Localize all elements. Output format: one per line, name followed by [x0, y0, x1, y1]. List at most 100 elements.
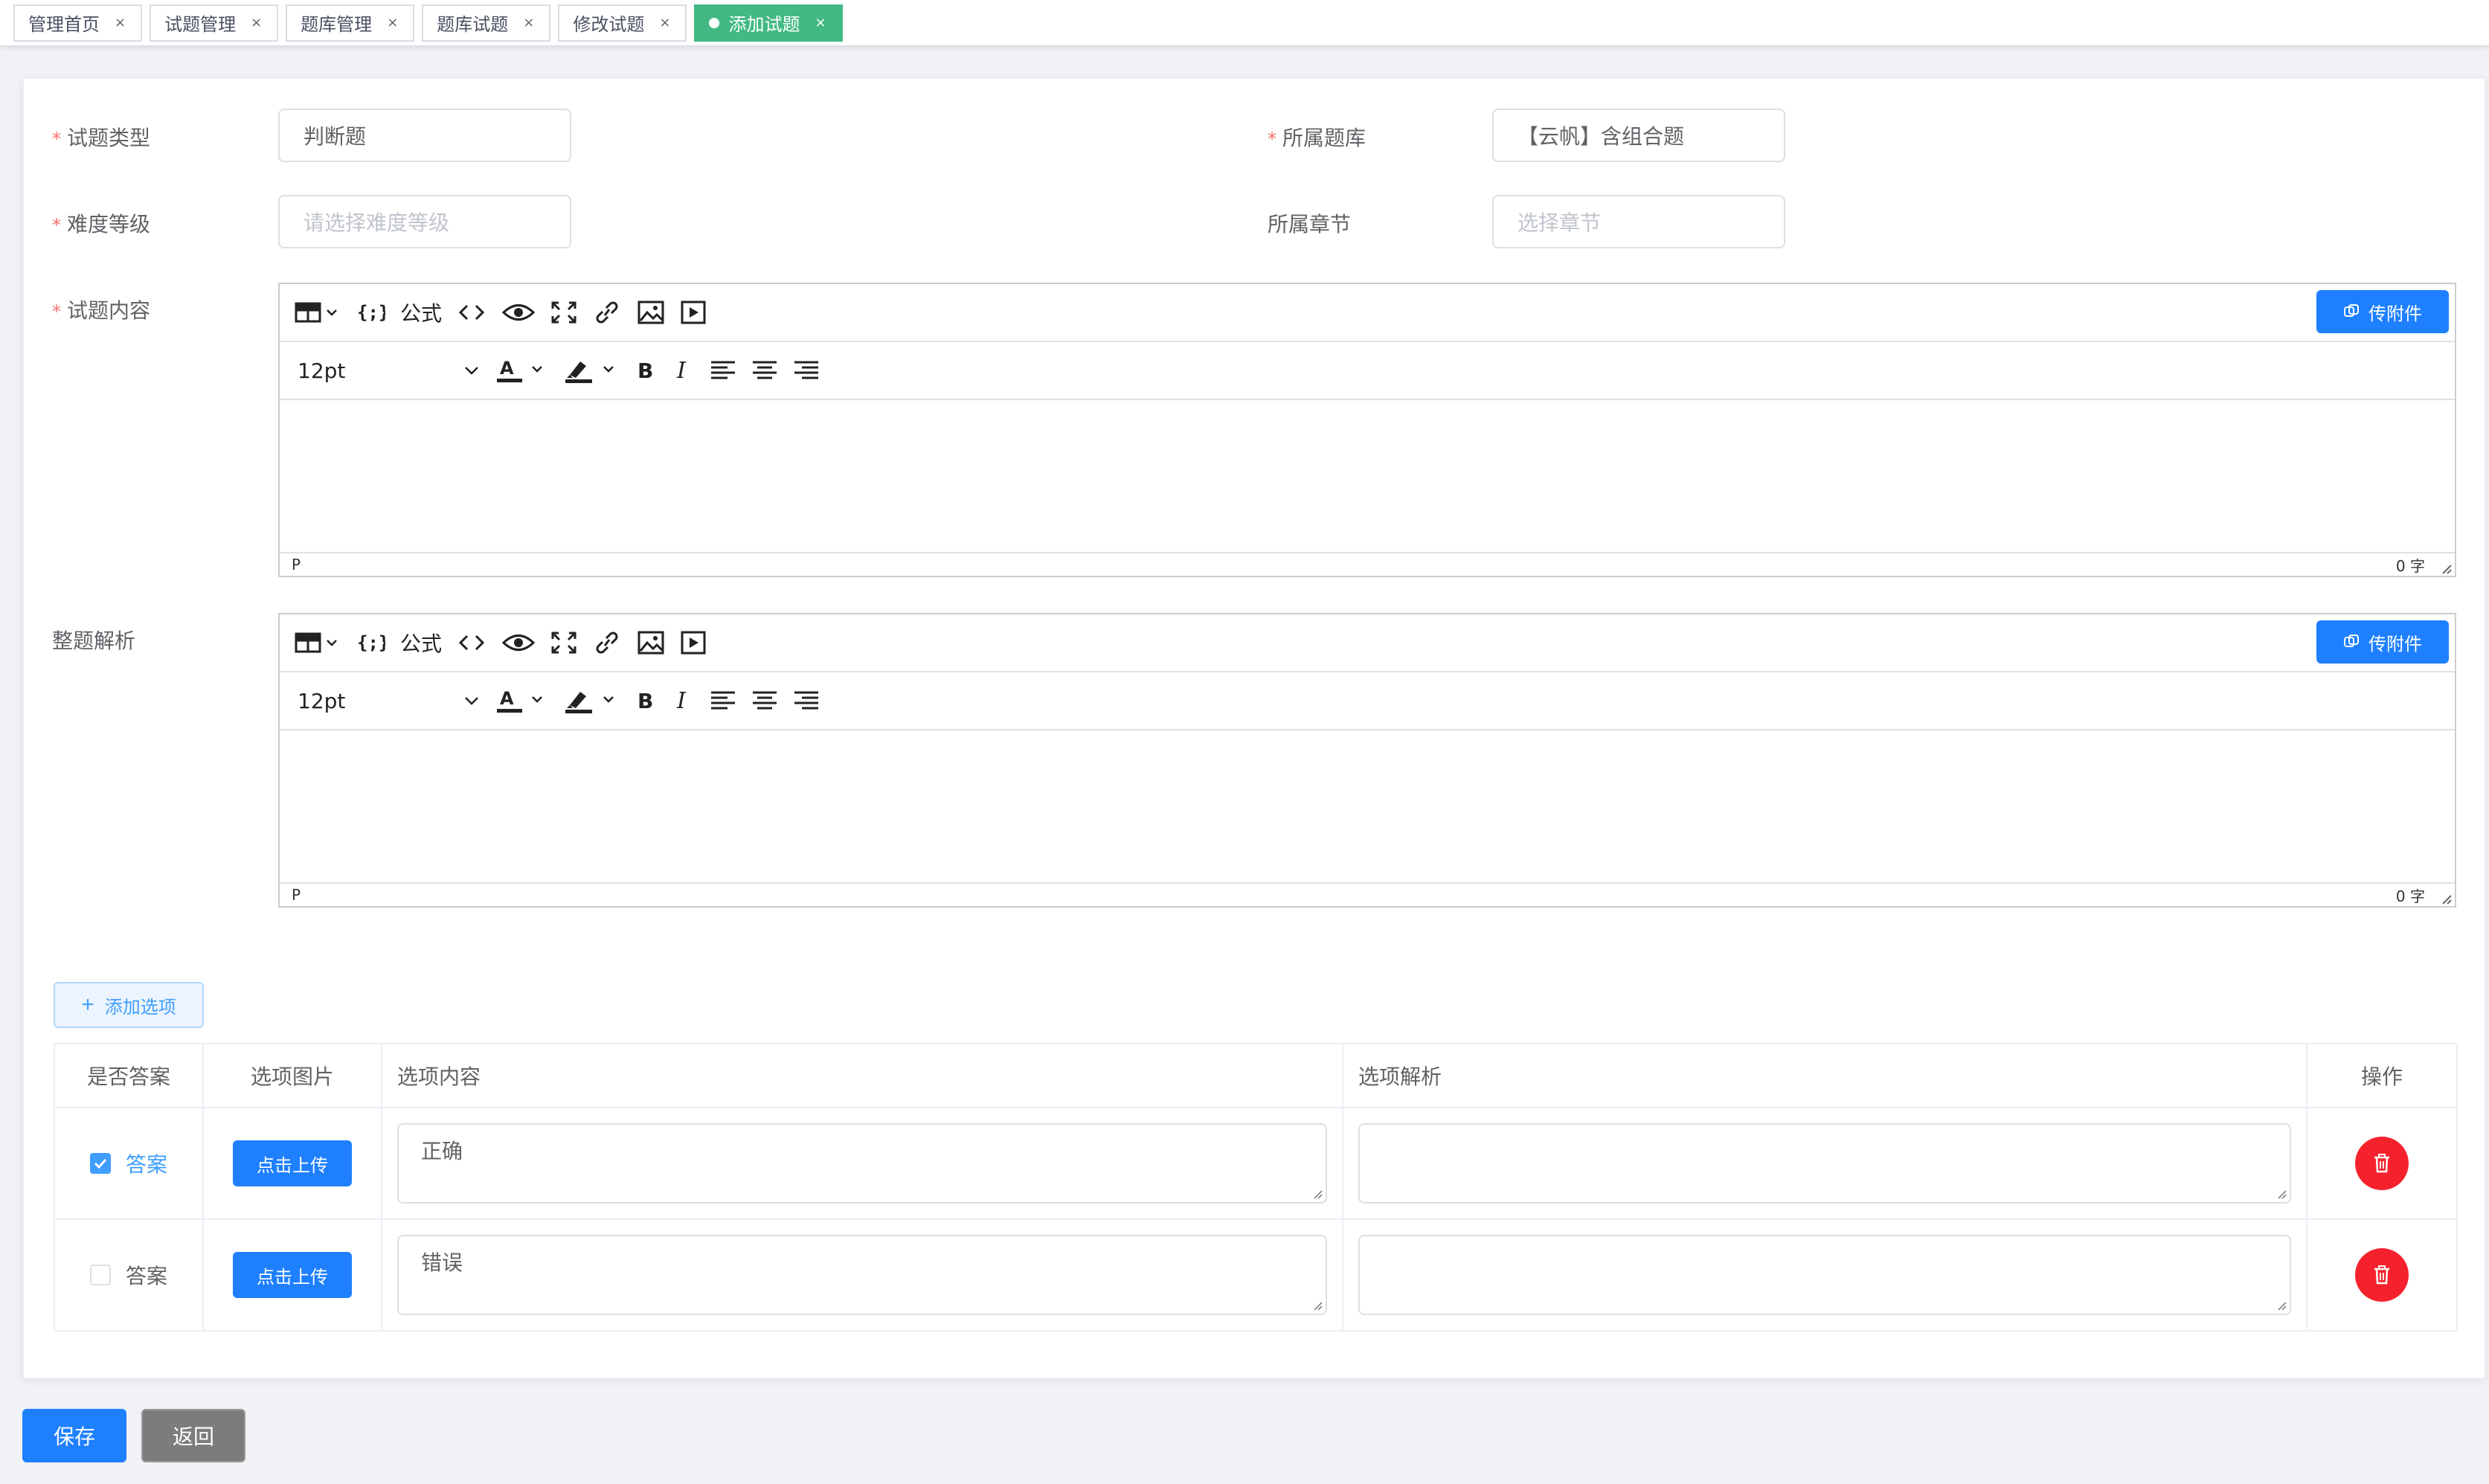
close-icon[interactable]: ×	[387, 15, 398, 30]
question-bank-select[interactable]: 【云帆】含组合题	[1492, 109, 1785, 162]
word-count: 0 字	[2395, 556, 2425, 575]
delete-option-button[interactable]	[2355, 1248, 2409, 1302]
code-view-icon[interactable]	[457, 294, 486, 331]
editor-toolbar-row-2: 12pt A B I	[280, 672, 2455, 730]
difficulty-placeholder: 请选择难度等级	[304, 211, 450, 235]
font-size-select[interactable]: 12pt	[295, 352, 481, 389]
attachment-icon	[2344, 304, 2359, 317]
answer-checkbox-group[interactable]: 答案	[55, 1149, 202, 1178]
upload-attachment-button[interactable]: 传附件	[2316, 290, 2449, 333]
italic-icon[interactable]: I	[672, 352, 695, 389]
option-analysis-textarea[interactable]	[1358, 1123, 2291, 1204]
option-content-value: 正确	[421, 1139, 463, 1163]
align-right-icon[interactable]	[793, 352, 820, 389]
upload-image-button[interactable]: 点击上传	[233, 1252, 352, 1298]
question-type-select[interactable]: 判断题	[278, 109, 571, 162]
tab-admin-home[interactable]: 管理首页 ×	[13, 4, 143, 42]
back-button[interactable]: 返回	[141, 1409, 245, 1462]
preview-icon[interactable]	[501, 624, 536, 661]
resize-handle-icon[interactable]	[2440, 893, 2452, 905]
header-is-answer: 是否答案	[54, 1043, 204, 1108]
tab-edit-question[interactable]: 修改试题 ×	[558, 4, 687, 42]
tab-add-question[interactable]: 添加试题 ×	[694, 4, 843, 42]
close-icon[interactable]: ×	[115, 15, 126, 30]
bold-icon[interactable]: B	[635, 682, 658, 719]
align-left-icon[interactable]	[710, 682, 736, 719]
answer-checkbox[interactable]	[89, 1265, 111, 1285]
close-icon[interactable]: ×	[523, 15, 534, 30]
image-icon[interactable]	[637, 624, 665, 661]
bold-icon[interactable]: B	[635, 352, 658, 389]
code-view-icon[interactable]	[457, 624, 486, 661]
answer-label: 答案	[125, 1152, 167, 1177]
svg-text:I: I	[676, 359, 687, 382]
tab-question-management[interactable]: 试题管理 ×	[150, 4, 279, 42]
link-icon[interactable]	[592, 294, 622, 331]
trash-icon	[2374, 1154, 2389, 1173]
resize-handle-icon[interactable]	[2276, 1189, 2287, 1199]
tab-label: 题库管理	[301, 14, 373, 35]
option-content-value: 错误	[421, 1250, 463, 1275]
check-icon	[94, 1158, 107, 1169]
font-color-icon[interactable]: A	[495, 682, 549, 719]
media-icon[interactable]	[680, 624, 707, 661]
option-analysis-textarea[interactable]	[1358, 1235, 2291, 1315]
font-color-icon[interactable]: A	[495, 352, 549, 389]
table-icon[interactable]	[295, 294, 341, 331]
resize-handle-icon[interactable]	[2440, 562, 2452, 574]
code-braces-icon[interactable]: {;}	[356, 294, 385, 331]
preview-icon[interactable]	[501, 294, 536, 331]
code-braces-icon[interactable]: {;}	[356, 624, 385, 661]
chapter-select[interactable]: 选择章节	[1492, 195, 1785, 248]
option-content-textarea[interactable]: 正确	[397, 1123, 1327, 1204]
answer-checkbox-group[interactable]: 答案	[55, 1260, 202, 1290]
question-bank-value: 【云帆】含组合题	[1518, 124, 1685, 149]
fullscreen-icon[interactable]	[550, 294, 577, 331]
close-icon[interactable]: ×	[815, 15, 826, 30]
analysis-edit-area[interactable]	[280, 730, 2455, 882]
element-path: P	[292, 886, 301, 904]
add-option-button[interactable]: + 添加选项	[54, 982, 204, 1028]
editor-toolbar-row-2: 12pt A B I	[280, 342, 2455, 400]
svg-text:{;}: {;}	[357, 302, 385, 323]
align-right-icon[interactable]	[793, 682, 820, 719]
question-bank-label: * 所属题库	[1268, 126, 1366, 150]
formula-button[interactable]: 公式	[400, 294, 442, 331]
align-center-icon[interactable]	[751, 352, 778, 389]
option-content-textarea[interactable]: 错误	[397, 1235, 1327, 1315]
save-button[interactable]: 保存	[22, 1409, 126, 1462]
attachment-icon	[2344, 635, 2359, 647]
highlight-icon[interactable]	[564, 682, 620, 719]
analysis-label: 整题解析	[52, 629, 136, 653]
close-icon[interactable]: ×	[659, 15, 670, 30]
close-icon[interactable]: ×	[251, 15, 262, 30]
answer-checkbox[interactable]	[89, 1153, 111, 1174]
link-icon[interactable]	[592, 624, 622, 661]
trash-icon	[2374, 1265, 2389, 1285]
resize-handle-icon[interactable]	[1312, 1300, 1323, 1311]
tab-label: 管理首页	[28, 14, 100, 35]
formula-button[interactable]: 公式	[400, 624, 442, 661]
tab-bank-questions[interactable]: 题库试题 ×	[422, 4, 551, 42]
italic-icon[interactable]: I	[672, 682, 695, 719]
resize-handle-icon[interactable]	[1312, 1189, 1323, 1199]
resize-handle-icon[interactable]	[2276, 1300, 2287, 1311]
align-left-icon[interactable]	[710, 352, 736, 389]
question-type-label: * 试题类型	[52, 126, 151, 150]
image-icon[interactable]	[637, 294, 665, 331]
difficulty-select[interactable]: 请选择难度等级	[278, 195, 571, 248]
upload-attachment-button[interactable]: 传附件	[2316, 620, 2449, 664]
header-actions: 操作	[2306, 1043, 2458, 1108]
chevron-down-icon	[465, 697, 478, 705]
highlight-icon[interactable]	[564, 352, 620, 389]
tab-bank-management[interactable]: 题库管理 ×	[286, 4, 415, 42]
media-icon[interactable]	[680, 294, 707, 331]
table-icon[interactable]	[295, 624, 341, 661]
table-row: 答案 点击上传 错误	[54, 1218, 2458, 1332]
delete-option-button[interactable]	[2355, 1137, 2409, 1190]
content-edit-area[interactable]	[280, 400, 2455, 552]
align-center-icon[interactable]	[751, 682, 778, 719]
fullscreen-icon[interactable]	[550, 624, 577, 661]
upload-image-button[interactable]: 点击上传	[233, 1140, 352, 1186]
font-size-select[interactable]: 12pt	[295, 682, 481, 719]
